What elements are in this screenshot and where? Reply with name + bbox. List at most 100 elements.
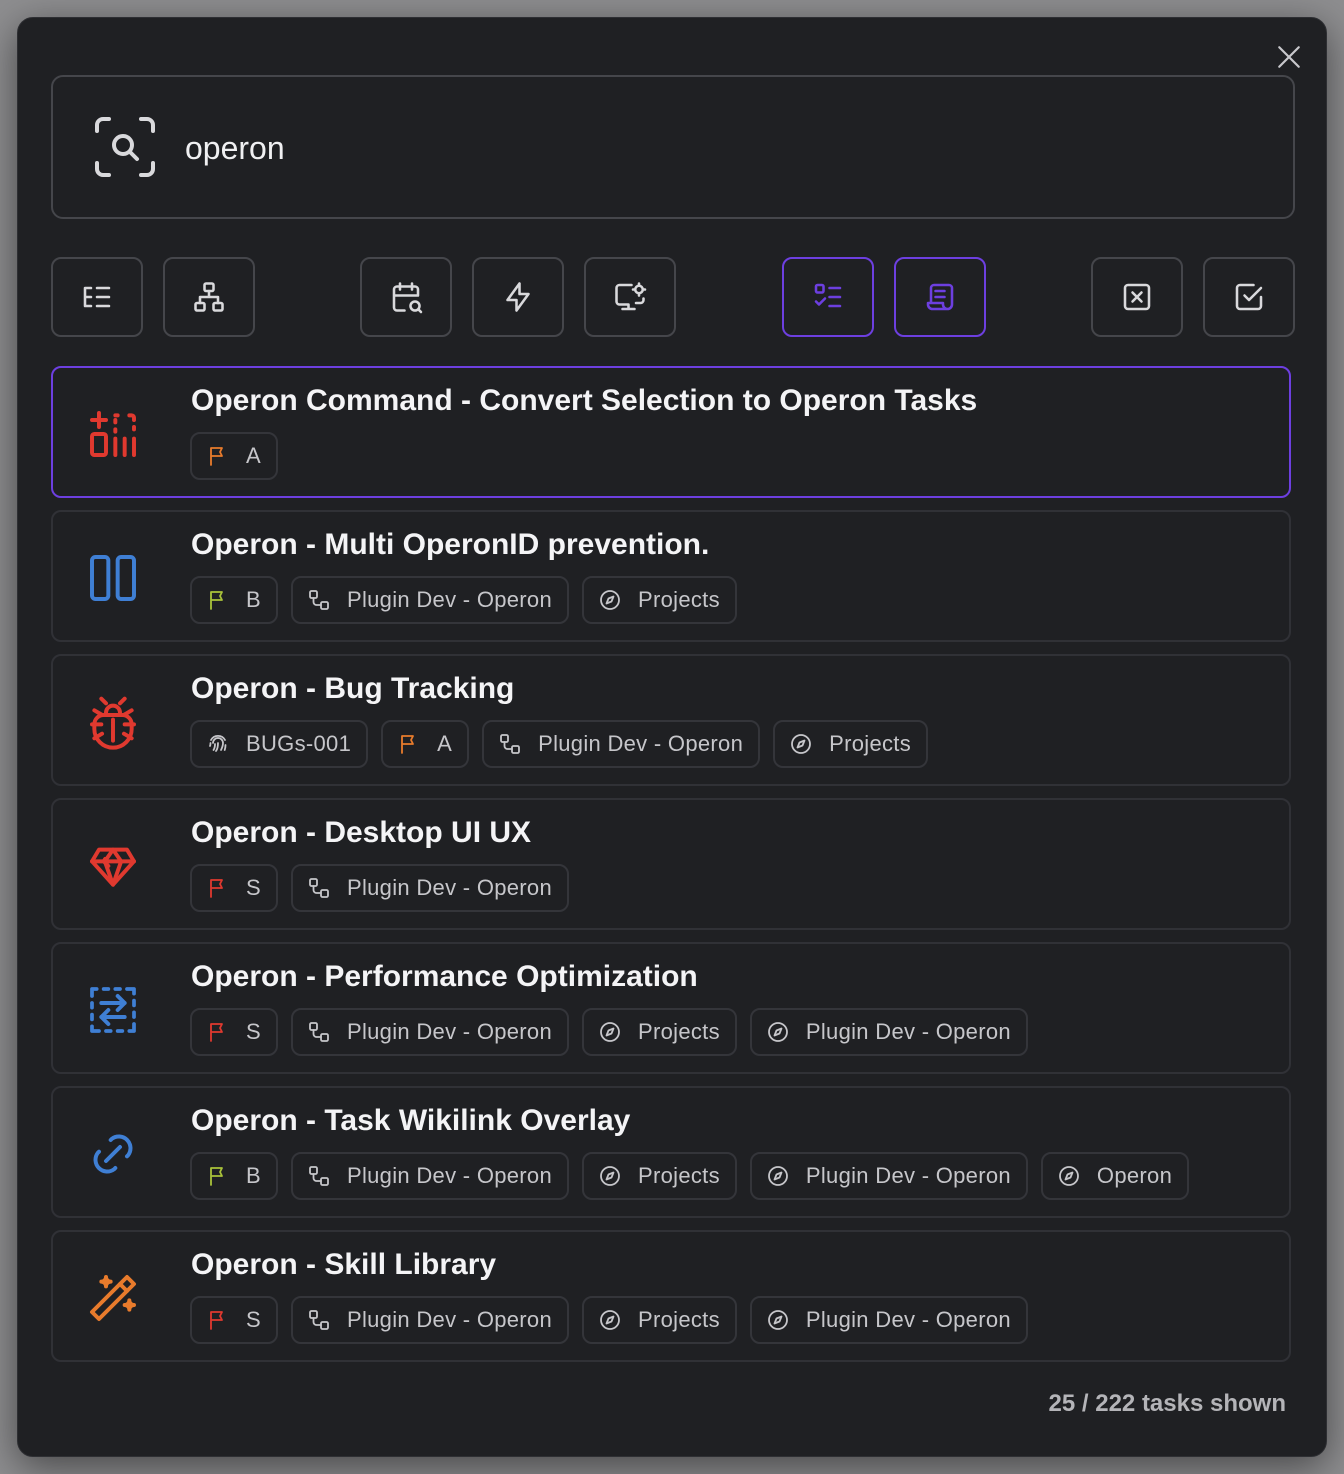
- scroll-button[interactable]: [894, 257, 986, 337]
- task-chip[interactable]: B: [190, 1152, 278, 1200]
- close-icon: [1278, 46, 1300, 68]
- flag-icon: [210, 879, 223, 898]
- monitor-settings-button[interactable]: [584, 257, 676, 337]
- bug-icon: [90, 696, 136, 750]
- diamond-icon: [90, 847, 136, 887]
- task-row[interactable]: Operon - Bug Tracking BUGs-001 A Plugin Dev…: [51, 654, 1291, 786]
- compass-icon: [600, 1166, 620, 1186]
- chip-label: S: [246, 1307, 261, 1332]
- compass-icon: [600, 590, 620, 610]
- chip-label: B: [246, 1163, 261, 1188]
- task-chip[interactable]: S: [190, 864, 278, 912]
- task-chip[interactable]: Projects: [582, 1152, 737, 1200]
- hierarchy-button[interactable]: [163, 257, 255, 337]
- task-chip[interactable]: Plugin Dev - Operon: [290, 1152, 570, 1200]
- list-check-icon: [814, 283, 842, 308]
- chip-label: BUGs-001: [246, 731, 352, 756]
- task-title: Operon - Task Wikilink Overlay: [191, 1104, 631, 1137]
- chip-label: S: [246, 1019, 261, 1044]
- sitemap-icon: [194, 282, 224, 312]
- flag-icon: [210, 1167, 223, 1186]
- list-tree-button[interactable]: [51, 257, 143, 337]
- task-chip[interactable]: Projects: [582, 576, 737, 624]
- task-chip[interactable]: A: [190, 432, 278, 480]
- task-chip[interactable]: Plugin Dev - Operon: [290, 1008, 570, 1056]
- task-chip[interactable]: Projects: [773, 720, 928, 768]
- task-title: Operon - Bug Tracking: [191, 672, 515, 705]
- task-row[interactable]: Operon - Task Wikilink Overlay B Plugin De…: [51, 1086, 1291, 1218]
- task-chip[interactable]: S: [190, 1296, 278, 1344]
- compass-icon: [600, 1310, 620, 1330]
- chip-label: A: [246, 443, 261, 468]
- task-chips: S Plugin Dev - Operon Projects Plugin Dev -…: [190, 1008, 1028, 1056]
- uncheck-all-button[interactable]: [1091, 257, 1183, 337]
- flag-icon: [210, 1023, 223, 1042]
- hierarchy-icon: [309, 1022, 329, 1042]
- chip-label: Plugin Dev - Operon: [346, 1307, 553, 1332]
- task-chip[interactable]: Plugin Dev - Operon: [290, 1296, 570, 1344]
- chip-label: Projects: [829, 731, 911, 756]
- flag-icon: [210, 447, 223, 466]
- compass-icon: [791, 734, 812, 754]
- task-row[interactable]: Operon Command - Convert Selection to Op…: [51, 366, 1291, 498]
- results-count: 25 / 222 tasks shown: [1048, 1390, 1286, 1417]
- task-icon-wrapper: [85, 1126, 141, 1182]
- task-chip[interactable]: BUGs-001: [190, 720, 369, 768]
- task-row[interactable]: Operon - Skill Library S Plugin Dev - Oper…: [51, 1230, 1291, 1362]
- chip-label: Projects: [638, 1307, 720, 1332]
- transform-icon: [90, 411, 136, 457]
- task-chip[interactable]: Plugin Dev - Operon: [290, 576, 570, 624]
- compass-icon: [1059, 1166, 1079, 1186]
- square-x-icon: [1123, 283, 1151, 311]
- task-chip[interactable]: Plugin Dev - Operon: [749, 1152, 1028, 1200]
- task-chip[interactable]: Projects: [582, 1008, 737, 1056]
- task-chips: A: [190, 432, 278, 480]
- monitor-cog-icon: [615, 282, 647, 311]
- search-box[interactable]: [51, 75, 1295, 219]
- task-chip[interactable]: Plugin Dev - Operon: [749, 1296, 1028, 1344]
- chip-label: Projects: [638, 1163, 720, 1188]
- chip-label: Plugin Dev - Operon: [346, 587, 553, 612]
- task-chip[interactable]: S: [190, 1008, 278, 1056]
- chip-label: B: [246, 587, 261, 612]
- task-icon-wrapper: [85, 982, 141, 1038]
- task-title: Operon - Desktop UI UX: [191, 816, 532, 849]
- compass-icon: [767, 1310, 788, 1330]
- compass-icon: [600, 1022, 620, 1042]
- task-chip[interactable]: Projects: [582, 1296, 737, 1344]
- task-chip[interactable]: Operon: [1040, 1152, 1190, 1200]
- chip-label: Plugin Dev - Operon: [346, 1163, 553, 1188]
- close-button[interactable]: [1274, 42, 1304, 72]
- columns-icon: [90, 555, 136, 601]
- task-row[interactable]: Operon - Multi OperonID prevention. B Plug…: [51, 510, 1291, 642]
- task-title: Operon - Multi OperonID prevention.: [191, 528, 710, 561]
- task-chip[interactable]: B: [190, 576, 278, 624]
- task-chip[interactable]: Plugin Dev - Operon: [482, 720, 761, 768]
- chip-label: Plugin Dev - Operon: [805, 1307, 1011, 1332]
- link-icon: [93, 1134, 133, 1174]
- chip-label: Projects: [638, 587, 720, 612]
- hierarchy-icon: [500, 734, 520, 754]
- search-input[interactable]: [185, 123, 1265, 173]
- square-check-icon: [1235, 283, 1263, 311]
- calendar-search-button[interactable]: [360, 257, 452, 337]
- hierarchy-icon: [309, 1310, 329, 1330]
- task-chip[interactable]: Plugin Dev - Operon: [749, 1008, 1028, 1056]
- bolt-icon: [506, 282, 530, 312]
- task-chips: S Plugin Dev - Operon Projects Plugin Dev -…: [190, 1296, 1028, 1344]
- task-chip[interactable]: Plugin Dev - Operon: [290, 864, 570, 912]
- list-tree-icon: [83, 286, 111, 308]
- task-row[interactable]: Operon - Performance Optimization S Plugin…: [51, 942, 1291, 1074]
- task-title: Operon Command - Convert Selection to Op…: [191, 384, 978, 417]
- task-chip[interactable]: A: [381, 720, 470, 768]
- bolt-button[interactable]: [472, 257, 564, 337]
- chip-label: Plugin Dev - Operon: [538, 731, 744, 756]
- check-all-button[interactable]: [1203, 257, 1295, 337]
- fingerprint-icon: [209, 734, 227, 752]
- task-row[interactable]: Operon - Desktop UI UX S Plugin Dev - Oper…: [51, 798, 1291, 930]
- task-icon-wrapper: [85, 550, 141, 606]
- task-list-button[interactable]: [782, 257, 874, 337]
- chip-label: Plugin Dev - Operon: [346, 875, 553, 900]
- task-chips: B Plugin Dev - Operon Projects Plugin Dev -…: [190, 1152, 1190, 1200]
- hierarchy-icon: [309, 1166, 329, 1186]
